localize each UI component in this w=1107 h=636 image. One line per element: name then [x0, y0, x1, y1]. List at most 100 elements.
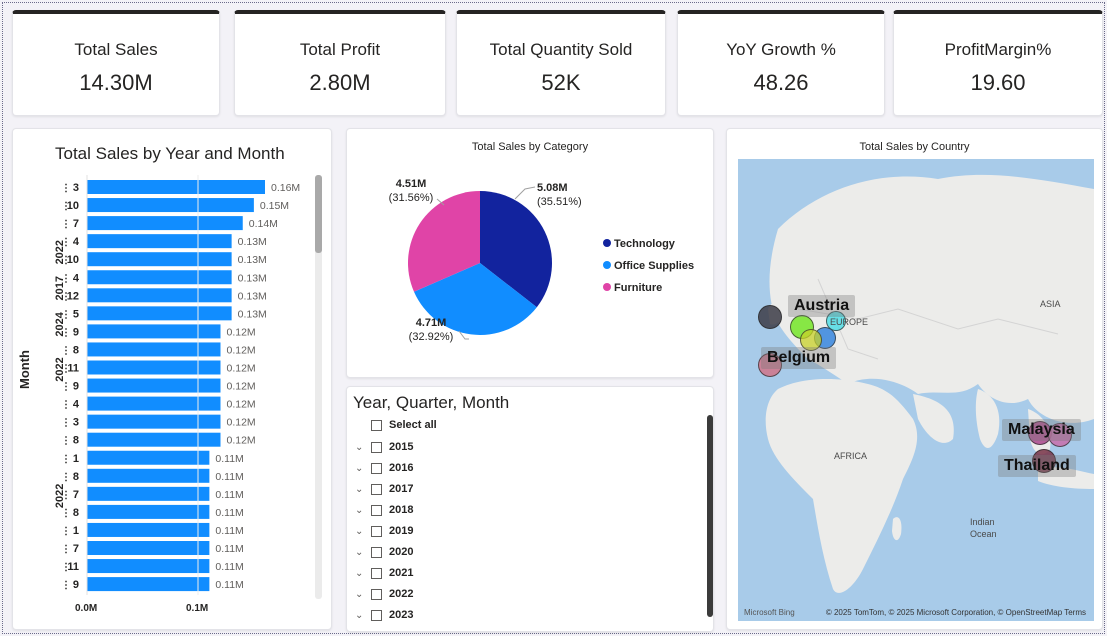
bar[interactable]	[87, 378, 221, 393]
month-label: 7	[73, 543, 79, 555]
bar[interactable]	[87, 541, 210, 555]
checkbox[interactable]	[371, 420, 382, 431]
kpi-value: 52K	[541, 70, 581, 95]
checkbox[interactable]	[371, 589, 382, 600]
checkbox[interactable]	[371, 463, 382, 474]
legend-item: Furniture	[614, 282, 662, 294]
map-region-label: AFRICA	[834, 451, 868, 461]
bar[interactable]	[87, 504, 210, 519]
bar[interactable]	[87, 234, 232, 249]
bar-chart-scrollbar[interactable]	[315, 175, 322, 599]
bar[interactable]	[87, 288, 232, 303]
checkbox[interactable]	[371, 568, 382, 579]
bar[interactable]	[87, 180, 265, 194]
slicer-year-2015[interactable]: ⌄ 2015	[347, 439, 677, 459]
slicer-scrollbar[interactable]	[707, 415, 713, 617]
map-country-label: Malaysia	[1002, 419, 1081, 441]
chevron-down-icon[interactable]: ⌄	[355, 568, 363, 579]
slicer-year-2023[interactable]: ⌄ 2023	[347, 607, 677, 627]
slicer-item-label: 2017	[389, 483, 414, 495]
scrollbar-thumb[interactable]	[707, 415, 713, 617]
bar[interactable]	[87, 342, 221, 357]
slicer-select-all[interactable]: Select all	[347, 417, 677, 437]
chevron-down-icon[interactable]: ⌄	[355, 442, 363, 453]
hierarchy-dots: ⋮	[61, 183, 71, 194]
checkbox[interactable]	[371, 505, 382, 516]
bar[interactable]	[87, 306, 232, 321]
map-bubble[interactable]	[758, 305, 782, 329]
bar[interactable]	[87, 414, 221, 429]
pie-data-label: 4.71M	[416, 317, 447, 329]
data-label: 0.13M	[238, 308, 267, 320]
slicer-year-2019[interactable]: ⌄ 2019	[347, 523, 677, 543]
year-label: 2024	[54, 311, 66, 336]
slicer-item-label: 2015	[389, 441, 414, 453]
world-map[interactable]: Austria Belgium Malaysia Thailand EUROPE…	[738, 159, 1094, 621]
bar[interactable]	[87, 324, 221, 339]
bar[interactable]	[87, 486, 210, 501]
x-tick-label: 0.0M	[75, 603, 98, 614]
pie-chart-panel[interactable]: Total Sales by Category 5.08M (35.51%) Tec…	[346, 128, 714, 378]
chevron-down-icon[interactable]: ⌄	[355, 484, 363, 495]
kpi-value: 14.30M	[79, 70, 153, 95]
slicer-year-2020[interactable]: ⌄ 2020	[347, 544, 677, 564]
bar[interactable]	[87, 522, 210, 537]
kpi-value: 19.60	[970, 70, 1026, 95]
month-label: 5	[73, 308, 79, 320]
kpi-card-total-sales[interactable]: Total Sales 14.30M	[12, 10, 220, 116]
slicer-year-2022[interactable]: ⌄ 2022	[347, 586, 677, 606]
data-label: 0.12M	[227, 344, 256, 356]
chevron-down-icon[interactable]: ⌄	[355, 589, 363, 600]
slicer-year-2016[interactable]: ⌄ 2016	[347, 460, 677, 480]
year-label: 2017	[54, 276, 66, 300]
kpi-card-profit-margin[interactable]: ProfitMargin% 19.60	[893, 10, 1103, 116]
slicer-year-2018[interactable]: ⌄ 2018	[347, 502, 677, 522]
map-panel[interactable]: Total Sales by Country Austria Belgium M…	[726, 128, 1103, 630]
legend-item: Technology	[614, 238, 676, 250]
bar-chart-panel[interactable]: Total Sales by Year and Month Month 3 0.1…	[12, 128, 332, 630]
month-label: 7	[73, 489, 79, 501]
bar[interactable]	[87, 216, 243, 231]
chevron-down-icon[interactable]: ⌄	[355, 610, 363, 621]
scrollbar-thumb[interactable]	[315, 175, 322, 253]
bar[interactable]	[87, 360, 221, 375]
hierarchy-dots: ⋮	[61, 526, 71, 537]
month-label: 9	[73, 381, 79, 393]
hierarchy-dots: ⋮	[61, 219, 71, 230]
bar[interactable]	[87, 450, 210, 465]
bar[interactable]	[87, 396, 221, 411]
chevron-down-icon[interactable]: ⌄	[355, 547, 363, 558]
bar[interactable]	[87, 577, 210, 592]
kpi-title: YoY Growth %	[726, 40, 836, 59]
chevron-down-icon[interactable]: ⌄	[355, 526, 363, 537]
bar[interactable]	[87, 270, 232, 285]
x-tick-label: 0.1M	[186, 603, 209, 614]
chevron-down-icon[interactable]: ⌄	[355, 505, 363, 516]
bar[interactable]	[87, 252, 232, 267]
data-label: 0.11M	[215, 489, 243, 501]
year-label: 2022	[54, 357, 66, 381]
bar[interactable]	[87, 559, 210, 574]
checkbox[interactable]	[371, 442, 382, 453]
map-credits[interactable]: © 2025 TomTom, © 2025 Microsoft Corporat…	[826, 608, 1086, 617]
data-label: 0.12M	[227, 399, 256, 411]
checkbox[interactable]	[371, 547, 382, 558]
date-slicer-panel[interactable]: Year, Quarter, Month Select all ⌄ 2015 ⌄ 20…	[346, 386, 714, 632]
bar[interactable]	[87, 432, 221, 447]
checkbox[interactable]	[371, 484, 382, 495]
checkbox[interactable]	[371, 526, 382, 537]
kpi-title: Total Profit	[299, 40, 381, 59]
slicer-year-2017[interactable]: ⌄ 2017	[347, 481, 677, 501]
leader-line	[514, 186, 536, 200]
data-label: 0.11M	[215, 579, 243, 591]
month-label: 3	[73, 182, 79, 194]
chevron-down-icon[interactable]: ⌄	[355, 463, 363, 474]
bar[interactable]	[87, 198, 254, 213]
slicer-year-2021[interactable]: ⌄ 2021	[347, 565, 677, 585]
bar[interactable]	[87, 468, 210, 483]
checkbox[interactable]	[371, 610, 382, 621]
kpi-card-total-profit[interactable]: Total Profit 2.80M	[234, 10, 446, 116]
month-label: 9	[73, 579, 79, 591]
kpi-card-yoy-growth[interactable]: YoY Growth % 48.26	[677, 10, 885, 116]
kpi-card-total-quantity[interactable]: Total Quantity Sold 52K	[456, 10, 666, 116]
